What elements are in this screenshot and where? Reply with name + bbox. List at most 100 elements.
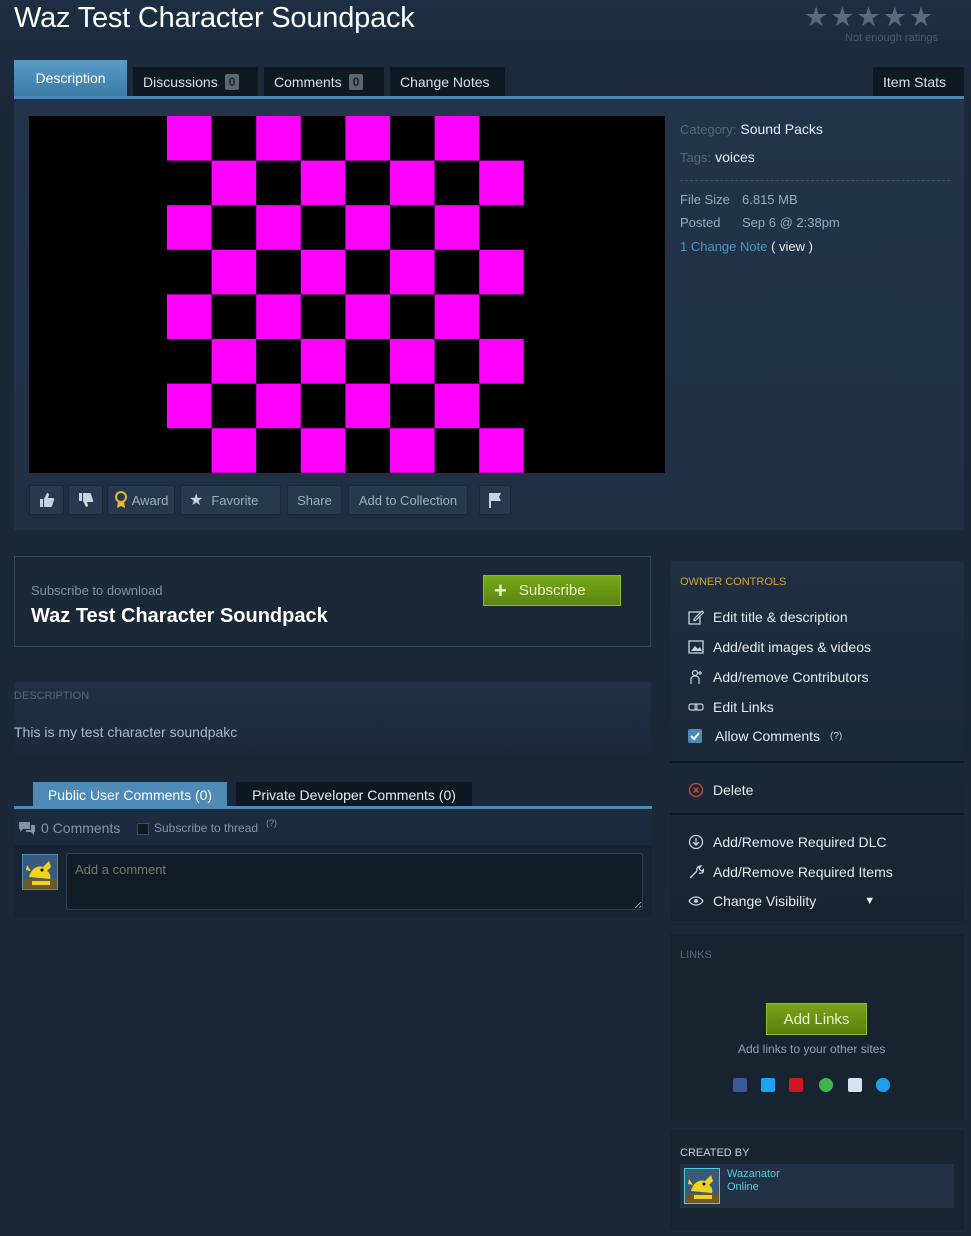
thumbs-up-icon bbox=[39, 492, 55, 508]
add-user-icon bbox=[687, 668, 705, 686]
tags-label: Tags: bbox=[680, 150, 712, 165]
youtube-icon[interactable] bbox=[789, 1078, 803, 1092]
creator-name[interactable]: Wazanator bbox=[727, 1168, 780, 1180]
report-button[interactable] bbox=[479, 485, 511, 515]
tags-row: Tags: voices bbox=[680, 149, 755, 167]
award-button[interactable]: Award bbox=[107, 485, 175, 515]
subscribe-thread-help[interactable]: (?) bbox=[266, 818, 277, 828]
subscribe-item-name: Waz Test Character Soundpack bbox=[31, 605, 328, 627]
owner-divider-1 bbox=[670, 761, 964, 763]
change-note-link[interactable]: 1 Change Note bbox=[680, 239, 767, 254]
avatar[interactable] bbox=[684, 1168, 720, 1204]
category-row: Category: Sound Packs bbox=[680, 121, 823, 139]
edit-title-button[interactable]: Edit title & description bbox=[687, 608, 848, 626]
checker-square bbox=[167, 116, 212, 161]
required-items-label: Add/Remove Required Items bbox=[713, 864, 893, 880]
tab-public-comments[interactable]: Public User Comments (0) bbox=[33, 782, 227, 808]
allow-comments-label[interactable]: Allow Comments bbox=[715, 728, 820, 744]
checker-square bbox=[300, 249, 346, 295]
edit-title-label: Edit title & description bbox=[713, 609, 848, 625]
comment-input[interactable] bbox=[66, 853, 643, 910]
thumbs-down-button[interactable] bbox=[68, 485, 103, 515]
tab-discussions-label: Discussions bbox=[143, 73, 218, 90]
tab-change-notes[interactable]: Change Notes bbox=[390, 67, 505, 96]
required-dlc-button[interactable]: Add/Remove Required DLC bbox=[687, 833, 887, 851]
discussions-count-badge: 0 bbox=[224, 73, 240, 90]
creator-title: CREATED BY bbox=[680, 1147, 750, 1159]
change-note-view-link[interactable]: ( view ) bbox=[771, 239, 813, 254]
checker-square bbox=[479, 339, 524, 384]
creator-card[interactable] bbox=[680, 1164, 954, 1208]
reddit-icon[interactable] bbox=[848, 1078, 862, 1092]
tag-voices[interactable]: voices bbox=[715, 149, 755, 165]
favorite-button[interactable]: ★ Favorite bbox=[180, 485, 281, 515]
add-to-collection-button[interactable]: Add to Collection bbox=[348, 485, 468, 515]
required-items-button[interactable]: Add/Remove Required Items bbox=[687, 863, 893, 881]
checker-square bbox=[167, 294, 212, 339]
checker-square bbox=[300, 428, 346, 473]
checker-square bbox=[300, 160, 346, 206]
file-size-row: File Size 6.815 MB bbox=[680, 192, 798, 207]
checker-square bbox=[256, 205, 301, 250]
avatar[interactable] bbox=[22, 854, 58, 890]
posted-label: Posted bbox=[680, 215, 721, 230]
chevron-down-icon: ▼ bbox=[864, 895, 876, 907]
meta-divider bbox=[680, 180, 950, 181]
tab-discussions[interactable]: Discussions 0 bbox=[133, 67, 258, 96]
checker-square bbox=[390, 160, 435, 206]
image-icon bbox=[687, 638, 705, 656]
eye-icon bbox=[687, 892, 705, 910]
change-note-row: 1 Change Note ( view ) bbox=[680, 239, 813, 254]
contributors-label: Add/remove Contributors bbox=[713, 669, 869, 685]
checker-square bbox=[390, 428, 435, 473]
add-to-collection-label: Add to Collection bbox=[358, 492, 458, 508]
preview-image[interactable] bbox=[29, 116, 665, 473]
add-links-button[interactable]: Add Links bbox=[766, 1003, 867, 1035]
change-visibility-label: Change Visibility bbox=[713, 893, 817, 909]
allow-comments-help[interactable]: (?) bbox=[830, 731, 842, 742]
globe-icon[interactable] bbox=[876, 1078, 890, 1092]
category-value[interactable]: Sound Packs bbox=[740, 121, 823, 137]
tab-comments[interactable]: Comments 0 bbox=[264, 67, 384, 96]
checker-square bbox=[345, 294, 390, 339]
comment-count: 0 Comments bbox=[41, 820, 121, 836]
tab-item-stats-label: Item Stats bbox=[883, 73, 947, 90]
checker-square bbox=[300, 339, 346, 384]
change-visibility-button[interactable]: Change Visibility ▼ bbox=[687, 892, 875, 910]
subscribe-button[interactable]: + Subscribe bbox=[483, 575, 621, 606]
delete-button[interactable]: Delete bbox=[687, 781, 753, 799]
award-icon bbox=[114, 491, 128, 509]
facebook-icon[interactable] bbox=[733, 1078, 747, 1092]
subscribe-label: Subscribe to download bbox=[31, 583, 163, 598]
description-heading: DESCRIPTION bbox=[14, 690, 90, 702]
tab-private-comments[interactable]: Private Developer Comments (0) bbox=[236, 782, 472, 808]
share-button[interactable]: Share bbox=[287, 485, 342, 515]
smile-icon[interactable] bbox=[819, 1078, 833, 1092]
thumbs-up-button[interactable] bbox=[29, 485, 64, 515]
comments-count-badge: 0 bbox=[348, 73, 364, 90]
subscribe-thread-label[interactable]: Subscribe to thread bbox=[154, 821, 258, 835]
posted-value: Sep 6 @ 2:38pm bbox=[742, 215, 840, 230]
tab-item-stats[interactable]: Item Stats bbox=[873, 67, 964, 96]
links-title: LINKS bbox=[680, 949, 712, 961]
star-icon: ★ bbox=[189, 492, 204, 509]
creator-status: Online bbox=[727, 1181, 759, 1193]
add-links-subtitle: Add links to your other sites bbox=[738, 1042, 886, 1056]
edit-links-label: Edit Links bbox=[713, 699, 774, 715]
checker-square bbox=[479, 160, 524, 206]
checker-square bbox=[434, 294, 480, 339]
checker-square bbox=[390, 249, 435, 295]
allow-comments-checkbox[interactable] bbox=[688, 729, 702, 743]
contributors-button[interactable]: Add/remove Contributors bbox=[687, 668, 869, 686]
twitter-icon[interactable] bbox=[761, 1078, 775, 1092]
checker-square bbox=[479, 428, 524, 473]
subscribe-thread-checkbox[interactable] bbox=[137, 823, 149, 835]
plus-icon: + bbox=[494, 577, 507, 603]
checkerboard-image bbox=[167, 116, 524, 473]
subscribe-button-label: Subscribe bbox=[518, 582, 586, 599]
tab-description[interactable]: Description bbox=[14, 60, 127, 96]
comment-bubble-icon bbox=[18, 820, 36, 836]
edit-images-button[interactable]: Add/edit images & videos bbox=[687, 638, 871, 656]
edit-links-button[interactable]: Edit Links bbox=[687, 698, 774, 716]
checker-square bbox=[390, 339, 435, 384]
